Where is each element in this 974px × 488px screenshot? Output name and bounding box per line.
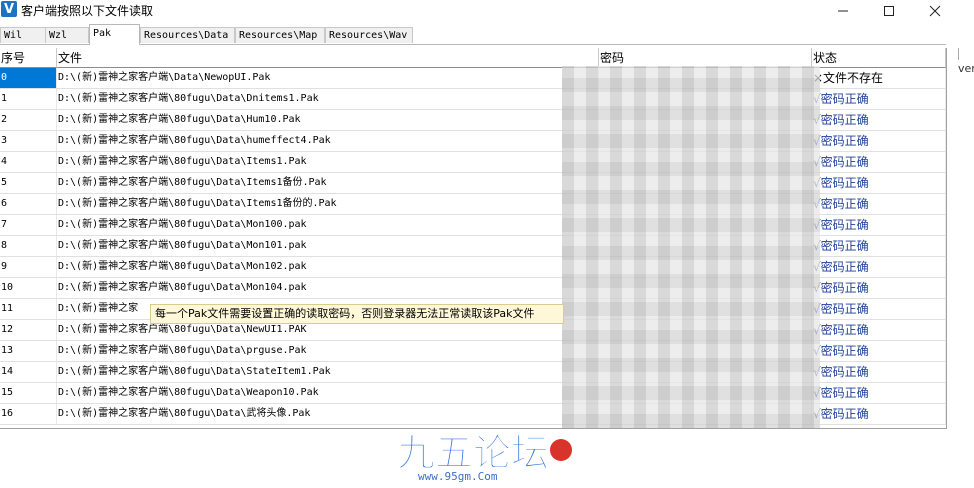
cell-index[interactable]: 1	[0, 89, 57, 109]
cell-status: √密码正确	[812, 320, 946, 340]
cell-index[interactable]: 11	[0, 299, 57, 319]
column-header-file[interactable]: 文件	[57, 48, 599, 68]
tab-strip: Wil Wzl Pak Resources\Data Resources\Map…	[0, 24, 946, 45]
maximize-button[interactable]	[866, 0, 912, 22]
cell-index[interactable]: 9	[0, 257, 57, 277]
cell-file[interactable]: D:\(新)雷神之家客户端\80fugu\Data\Mon102.pak	[57, 257, 599, 277]
cell-index[interactable]: 0	[0, 68, 57, 88]
cell-index[interactable]: 3	[0, 131, 57, 151]
cell-file[interactable]: D:\(新)雷神之家客户端\80fugu\Data\Items1备份.Pak	[57, 173, 599, 193]
cell-status: √密码正确	[812, 404, 946, 424]
cell-status: √密码正确	[812, 89, 946, 109]
cell-status: √密码正确	[812, 278, 946, 298]
tab-wzl[interactable]: Wzl	[45, 27, 89, 43]
cell-file[interactable]: D:\(新)雷神之家客户端\80fugu\Data\Items1备份的.Pak	[57, 194, 599, 214]
cell-status: √密码正确	[812, 173, 946, 193]
cell-file[interactable]: D:\(新)雷神之家客户端\Data\NewopUI.Pak	[57, 68, 599, 88]
cell-file[interactable]: D:\(新)雷神之家客户端\80fugu\Data\Mon100.pak	[57, 215, 599, 235]
cell-status: √密码正确	[812, 362, 946, 382]
cell-file[interactable]: D:\(新)雷神之家客户端\80fugu\Data\Mon104.pak	[57, 278, 599, 298]
column-header-password[interactable]: 密码	[599, 48, 812, 68]
tab-pak[interactable]: Pak	[89, 24, 140, 45]
cell-file[interactable]: D:\(新)雷神之家客户端\80fugu\Data\Weapon10.Pak	[57, 383, 599, 403]
cell-file[interactable]: D:\(新)雷神之家客户端\80fugu\Data\Dnitems1.Pak	[57, 89, 599, 109]
password-redaction	[562, 66, 820, 428]
cell-status: √密码正确	[812, 257, 946, 277]
cell-index[interactable]: 12	[0, 320, 57, 340]
cell-status: ×文件不存在	[812, 68, 946, 88]
cell-file[interactable]: D:\(新)雷神之家客户端\80fugu\Data\Mon101.pak	[57, 236, 599, 256]
window-edge-divider	[958, 48, 959, 60]
cell-status: √密码正确	[812, 236, 946, 256]
cell-index[interactable]: 15	[0, 383, 57, 403]
cell-index[interactable]: 13	[0, 341, 57, 361]
cell-index[interactable]: 6	[0, 194, 57, 214]
cell-status: √密码正确	[812, 341, 946, 361]
app-logo-icon: V	[1, 1, 17, 17]
cell-status: √密码正确	[812, 383, 946, 403]
column-header-index[interactable]: 序号	[0, 48, 57, 68]
cell-index[interactable]: 7	[0, 215, 57, 235]
cell-index[interactable]: 8	[0, 236, 57, 256]
tab-resources-data[interactable]: Resources\Data	[140, 27, 235, 43]
watermark-stamp-icon	[550, 439, 572, 461]
cell-index[interactable]: 14	[0, 362, 57, 382]
cell-file[interactable]: D:\(新)雷神之家客户端\80fugu\Data\StateItem1.Pak	[57, 362, 599, 382]
cell-file[interactable]: D:\(新)雷神之家客户端\80fugu\Data\prguse.Pak	[57, 341, 599, 361]
cell-index[interactable]: 16	[0, 404, 57, 424]
cell-file[interactable]: D:\(新)雷神之家客户端\80fugu\Data\Items1.Pak	[57, 152, 599, 172]
cell-index[interactable]: 4	[0, 152, 57, 172]
cell-index[interactable]: 10	[0, 278, 57, 298]
minimize-button[interactable]	[820, 0, 866, 22]
watermark-url: www.95gm.Com	[418, 470, 498, 483]
minimize-icon	[838, 10, 848, 12]
watermark-logo-text: 九五论坛	[397, 431, 549, 475]
tooltip: 每一个Pak文件需要设置正确的读取密码，否则登录器无法正常读取该Pak文件	[150, 304, 564, 324]
cell-file[interactable]: D:\(新)雷神之家客户端\80fugu\Data\Hum10.Pak	[57, 110, 599, 130]
column-header-status[interactable]: 状态	[812, 48, 946, 68]
tab-resources-wav[interactable]: Resources\Wav	[325, 27, 413, 43]
cell-index[interactable]: 5	[0, 173, 57, 193]
cell-status: √密码正确	[812, 152, 946, 172]
cell-status: √密码正确	[812, 299, 946, 319]
title-bar: V 客户端按照以下文件读取	[0, 0, 974, 22]
cell-status: √密码正确	[812, 194, 946, 214]
cell-status: √密码正确	[812, 215, 946, 235]
cell-status: √密码正确	[812, 110, 946, 130]
cell-index[interactable]: 2	[0, 110, 57, 130]
close-icon	[929, 5, 941, 17]
tab-wil[interactable]: Wil	[0, 27, 46, 43]
close-button[interactable]	[912, 0, 958, 22]
cell-status: √密码正确	[812, 131, 946, 151]
tab-resources-map[interactable]: Resources\Map	[235, 27, 325, 43]
maximize-icon	[884, 6, 894, 16]
background-window-text: ver	[958, 62, 974, 75]
cell-file[interactable]: D:\(新)雷神之家客户端\80fugu\Data\humeffect4.Pak	[57, 131, 599, 151]
window-title: 客户端按照以下文件读取	[21, 4, 154, 18]
